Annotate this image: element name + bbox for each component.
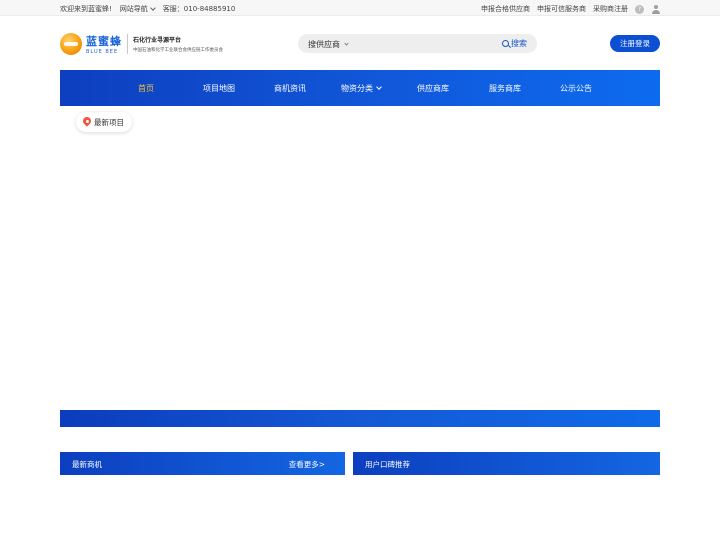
service-phone: 客服：010-84885910 (162, 5, 236, 13)
latest-opportunities-header: 最新商机 查看更多> (60, 452, 345, 475)
chevron-down-icon (344, 41, 349, 46)
nav-item-project-map[interactable]: 项目地图 (203, 83, 235, 94)
main-nav: 首页 项目地图 商机资讯 物资分类 供应商库 服务商库 公示公告 (60, 70, 660, 106)
latest-projects-tab[interactable]: 最新项目 (76, 112, 132, 132)
latest-projects-label: 最新项目 (94, 117, 124, 127)
chevron-down-icon (376, 83, 382, 90)
nav-item-announcements[interactable]: 公示公告 (560, 83, 592, 94)
register-login-button[interactable]: 注册登录 (610, 35, 660, 52)
platform-title: 石化行业寻源平台 (133, 37, 182, 44)
top-bar: 欢迎来到蓝蜜蜂! 网站导航 客服：010-84885910 申报合格供应商 申报… (0, 0, 720, 16)
banner-strip (60, 410, 660, 427)
nav-item-material-category-label: 物资分类 (341, 84, 373, 93)
view-more-link[interactable]: 查看更多> (289, 459, 325, 470)
bee-logo-icon (60, 33, 82, 55)
search-category-label: 搜供应商 (308, 40, 340, 49)
search-button[interactable]: 搜索 (502, 38, 527, 49)
search-bar[interactable]: 搜供应商 搜索 (298, 34, 537, 53)
logo-name-en: BLUE BEE (86, 49, 119, 55)
chevron-down-icon (149, 5, 156, 11)
latest-opportunities-title: 最新商机 (72, 460, 102, 469)
location-pin-icon (83, 117, 91, 127)
nav-item-home[interactable]: 首页 (138, 83, 154, 94)
apply-qualified-supplier-link[interactable]: 申报合格供应商 (481, 4, 530, 14)
logo-divider (127, 34, 128, 54)
logo-name-cn: 蓝蜜蜂 (86, 35, 122, 48)
site-nav-label: 网站导航 (119, 5, 148, 13)
user-recommend-header: 用户口碑推荐 (353, 452, 660, 475)
search-button-label: 搜索 (511, 39, 527, 48)
logo-tagline: 石化行业寻源平台 中国石油和化学工业联合会供应链工作委员会 (133, 35, 223, 53)
buyer-register-link[interactable]: 采购商注册 (593, 4, 628, 14)
platform-subtitle: 中国石油和化学工业联合会供应链工作委员会 (133, 48, 223, 53)
nav-item-provider-library[interactable]: 服务商库 (489, 83, 521, 94)
top-bar-right: 申报合格供应商 申报可信服务商 采购商注册 ? (481, 4, 660, 14)
nav-item-supplier-library[interactable]: 供应商库 (417, 83, 449, 94)
site-nav-dropdown[interactable]: 网站导航 (119, 4, 156, 14)
logo-wordmark: 蓝蜜蜂 BLUE BEE (86, 33, 122, 55)
search-category-select[interactable]: 搜供应商 (308, 39, 349, 50)
search-icon (502, 40, 509, 47)
welcome-text: 欢迎来到蓝蜜蜂! (60, 5, 112, 13)
nav-item-business-news[interactable]: 商机资讯 (274, 83, 306, 94)
nav-item-material-category[interactable]: 物资分类 (341, 83, 382, 94)
site-logo[interactable]: 蓝蜜蜂 BLUE BEE 石化行业寻源平台 中国石油和化学工业联合会供应链工作委… (60, 33, 223, 55)
user-recommend-title: 用户口碑推荐 (365, 460, 410, 469)
top-bar-left: 欢迎来到蓝蜜蜂! 网站导航 客服：010-84885910 (60, 4, 235, 14)
question-icon[interactable]: ? (635, 4, 644, 14)
apply-trusted-provider-link[interactable]: 申报可信服务商 (537, 4, 586, 14)
user-icon[interactable] (651, 4, 660, 14)
